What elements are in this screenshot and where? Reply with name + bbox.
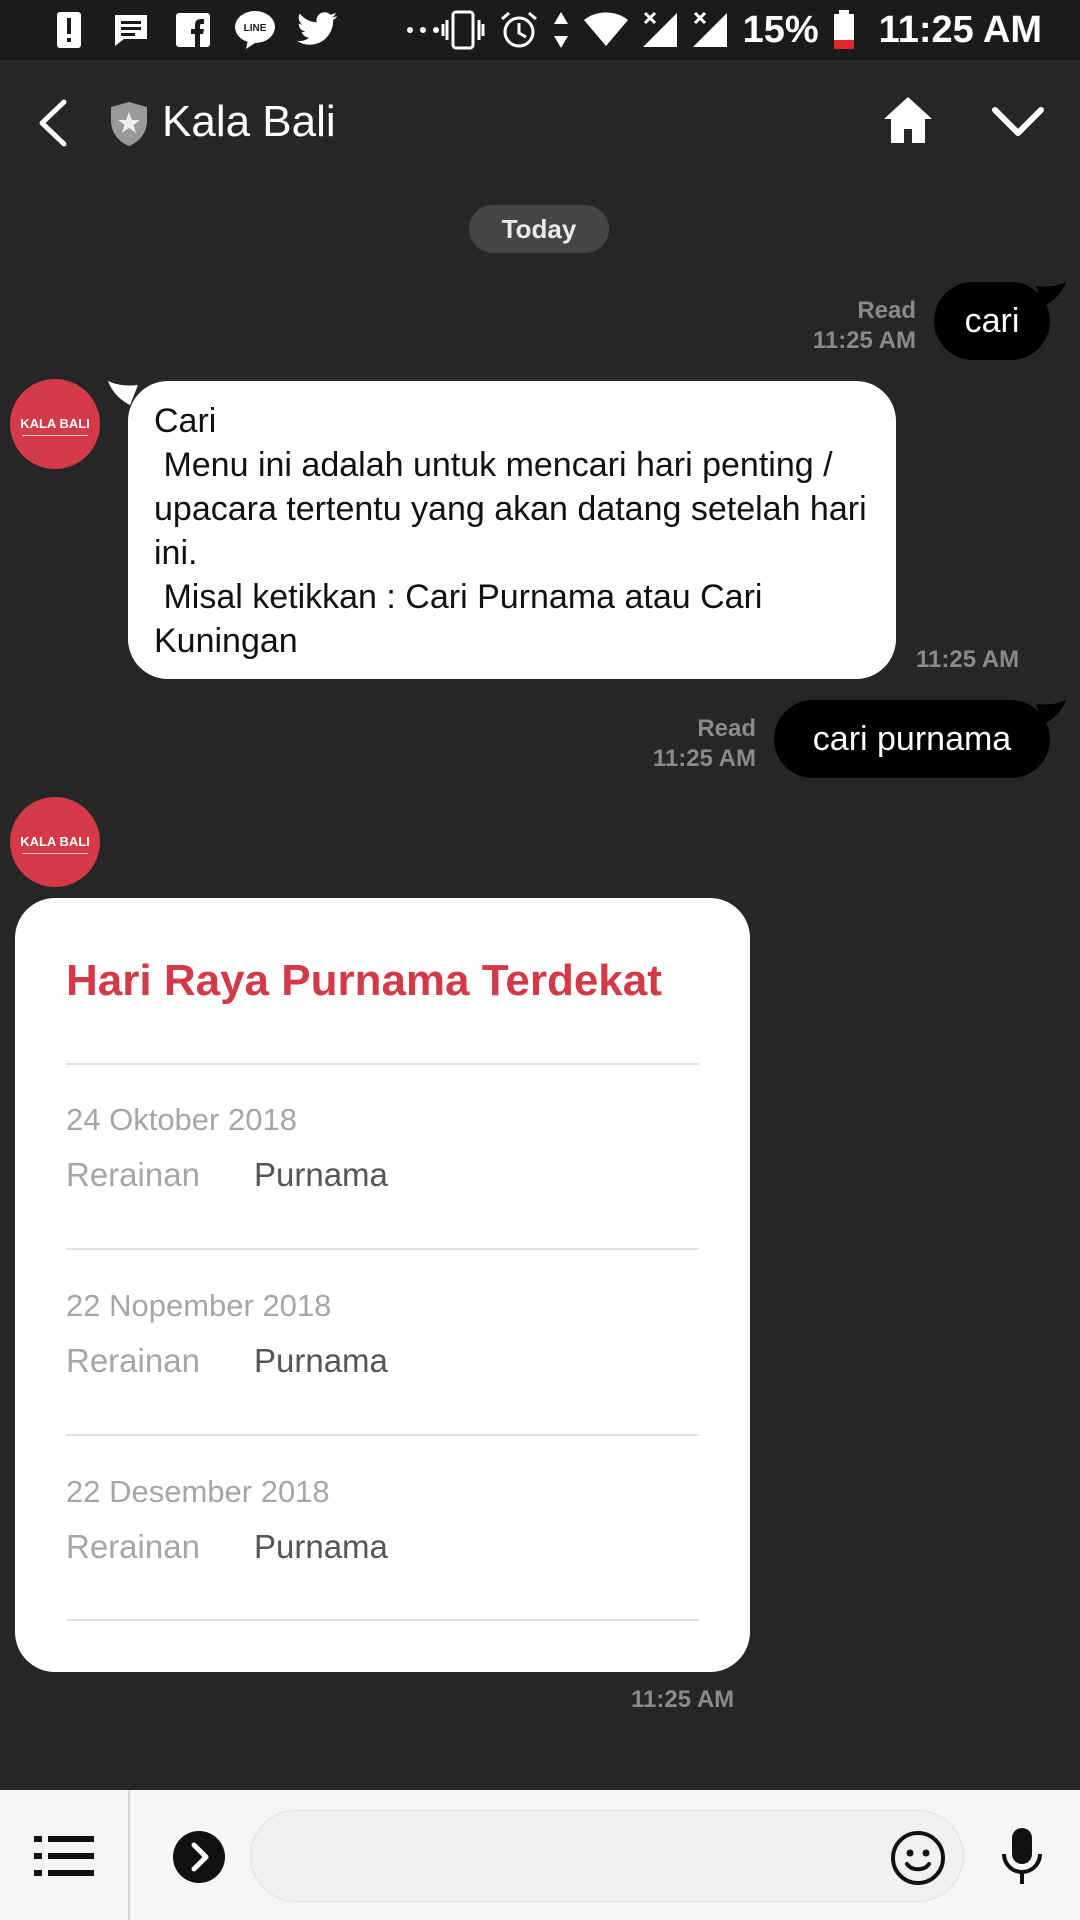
emoji-icon[interactable] [890, 1830, 946, 1886]
card-title: Hari Raya Purnama Terdekat [66, 956, 662, 1005]
twitter-icon [296, 9, 338, 51]
result-date: 24 Oktober 2018 [66, 1102, 297, 1137]
result-date: 22 Desember 2018 [66, 1474, 330, 1509]
read-receipt: Read [697, 715, 756, 742]
more-notifications-icon [402, 9, 444, 51]
signal-icon-2 [692, 11, 727, 47]
chevron-down-icon[interactable] [990, 102, 1046, 142]
bot-avatar[interactable]: KALA BALI [10, 797, 100, 887]
notification-icons: LINE [48, 8, 444, 52]
wifi-icon [583, 12, 628, 46]
result-label: Rerainan [66, 1342, 200, 1379]
menu-list-icon[interactable] [34, 1832, 94, 1880]
battery-percentage: 15% [742, 8, 819, 51]
svg-text:LINE: LINE [244, 23, 267, 34]
divider [66, 1619, 699, 1621]
result-card[interactable]: Hari Raya Purnama Terdekat 24 Oktober 20… [15, 898, 750, 1672]
incoming-message-bubble[interactable]: Cari Menu ini adalah untuk mencari hari … [128, 381, 896, 679]
result-value: Purnama [254, 1156, 388, 1193]
result-date: 22 Nopember 2018 [66, 1288, 332, 1323]
message-time: 11:25 AM [812, 327, 916, 354]
message-text: cari [964, 302, 1020, 340]
divider [66, 1063, 699, 1065]
vibrate-icon [441, 10, 485, 50]
avatar-label: KALA BALI [20, 834, 90, 849]
chat-title: Kala Bali [162, 97, 336, 146]
read-receipt: Read [857, 297, 916, 324]
bot-avatar[interactable]: KALA BALI [10, 379, 100, 469]
date-separator: Today [469, 205, 609, 253]
message-input-bar [0, 1790, 1080, 1920]
bubble-tail [1036, 700, 1066, 724]
expand-arrow-icon[interactable] [172, 1830, 226, 1884]
signal-icon [642, 11, 677, 47]
divider [66, 1248, 699, 1250]
system-status-icons: 15% 11:25 AM [441, 6, 1042, 54]
message-input[interactable] [250, 1810, 964, 1902]
result-value: Purnama [254, 1528, 388, 1565]
result-label: Rerainan [66, 1156, 200, 1193]
message-text: cari purnama [812, 720, 1012, 758]
battery-icon [833, 10, 854, 49]
line-app-icon: LINE [234, 9, 276, 51]
home-icon[interactable] [882, 94, 934, 146]
message-time: 11:25 AM [916, 646, 1020, 673]
message-meta: Read 11:25 AM [560, 714, 756, 774]
bubble-tail [1036, 282, 1066, 306]
divider [128, 1790, 130, 1920]
official-account-shield-icon [111, 102, 147, 146]
avatar-label: KALA BALI [20, 416, 90, 431]
message-notification-icon [110, 9, 152, 51]
alarm-icon [500, 11, 537, 48]
outgoing-message-bubble[interactable]: cari purnama [774, 700, 1050, 778]
clock: 11:25 AM [878, 8, 1042, 51]
facebook-icon [172, 9, 214, 51]
chat-header: Kala Bali [0, 60, 1080, 186]
back-arrow-icon[interactable] [30, 98, 74, 148]
divider [66, 1434, 699, 1436]
result-label: Rerainan [66, 1528, 200, 1565]
alert-notification-icon [48, 9, 90, 51]
message-time: 11:25 AM [631, 1686, 735, 1713]
status-bar: LINE 15% 11:25 AM [0, 0, 1080, 60]
data-transfer-icon [553, 12, 568, 48]
microphone-icon[interactable] [1000, 1826, 1044, 1888]
message-time: 11:25 AM [652, 745, 756, 772]
result-value: Purnama [254, 1342, 388, 1379]
outgoing-message-bubble[interactable]: cari [934, 282, 1050, 360]
message-meta: Read 11:25 AM [720, 296, 916, 356]
